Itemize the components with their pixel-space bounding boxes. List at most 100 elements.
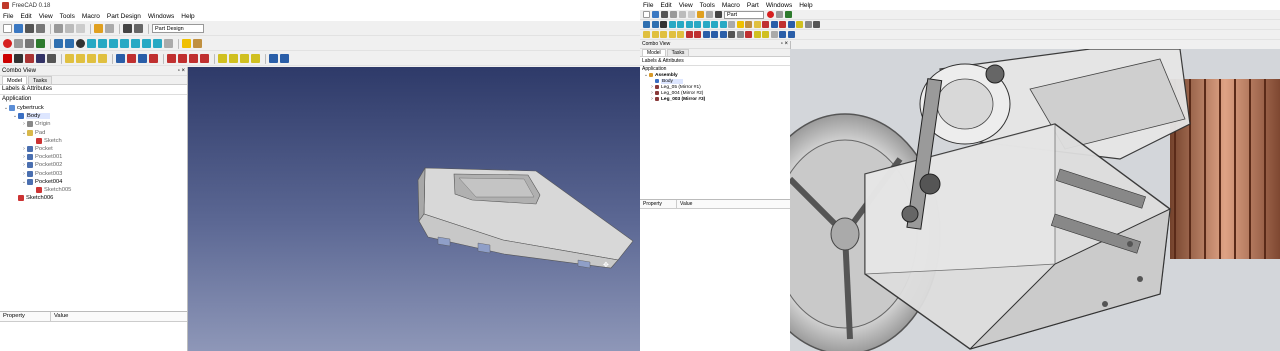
view-front-icon[interactable] xyxy=(677,21,684,28)
shape-binder-icon[interactable] xyxy=(47,54,56,63)
menu-help[interactable]: Help xyxy=(799,2,812,9)
part-icon[interactable] xyxy=(182,39,191,48)
open-document-icon[interactable] xyxy=(652,11,659,18)
refresh-icon[interactable] xyxy=(715,11,722,18)
menu-file[interactable]: File xyxy=(3,13,13,20)
tree-item[interactable]: › Pocket003 xyxy=(0,170,187,178)
boolean-icon[interactable] xyxy=(269,54,278,63)
menu-file[interactable]: File xyxy=(643,2,653,9)
tree-item[interactable]: › Pocket xyxy=(0,145,187,153)
sphere-icon[interactable] xyxy=(660,31,667,38)
cylinder-icon[interactable] xyxy=(651,31,659,38)
sweep-icon[interactable] xyxy=(753,31,761,38)
revolve-icon[interactable] xyxy=(694,31,701,38)
tab-tasks[interactable]: Tasks xyxy=(666,49,690,56)
fit-selection-icon[interactable] xyxy=(65,39,74,48)
print-icon[interactable] xyxy=(670,11,677,18)
menu-windows[interactable]: Windows xyxy=(148,13,174,20)
primitives-icon[interactable] xyxy=(804,21,812,28)
tree-item[interactable]: › Pocket001 xyxy=(0,153,187,161)
tree-item[interactable]: › Pocket002 xyxy=(0,161,187,169)
torus-icon[interactable] xyxy=(787,21,795,28)
tree-item[interactable]: ⌄ Pocket004 xyxy=(0,178,187,186)
part-icon[interactable] xyxy=(736,21,744,28)
linear-pattern-icon[interactable] xyxy=(178,54,187,63)
tube-icon[interactable] xyxy=(796,21,803,28)
tree-item[interactable]: Sketch006 xyxy=(0,194,187,202)
macro-run-icon[interactable] xyxy=(785,11,792,18)
pocket-icon[interactable] xyxy=(116,54,125,63)
new-document-icon[interactable] xyxy=(643,11,650,18)
new-sketch-icon[interactable] xyxy=(3,54,12,63)
chamfer-icon[interactable] xyxy=(719,31,727,38)
group-icon[interactable] xyxy=(745,21,752,28)
view-top-icon[interactable] xyxy=(109,39,118,48)
fit-all-icon[interactable] xyxy=(54,39,63,48)
line-icon[interactable] xyxy=(14,54,23,63)
box-icon[interactable] xyxy=(643,31,650,38)
group-icon[interactable] xyxy=(193,39,202,48)
pipe-icon[interactable] xyxy=(98,54,107,63)
tab-model[interactable]: Model xyxy=(642,49,666,56)
new-document-icon[interactable] xyxy=(3,24,12,33)
subtractive-loft-icon[interactable] xyxy=(149,54,158,63)
shape-builder-icon[interactable] xyxy=(813,21,820,28)
ruled-surface-icon[interactable] xyxy=(736,31,744,38)
view-top-icon[interactable] xyxy=(685,21,693,28)
torus-icon[interactable] xyxy=(677,31,684,38)
menu-view[interactable]: View xyxy=(679,2,693,9)
view-left-icon[interactable] xyxy=(719,21,727,28)
panel-float-close-icon[interactable]: ▫ × xyxy=(178,67,185,75)
view-front-icon[interactable] xyxy=(98,39,107,48)
tree-item[interactable]: ⌄ cybertruck xyxy=(0,104,187,112)
view-rear-icon[interactable] xyxy=(131,39,140,48)
refresh-icon[interactable] xyxy=(123,24,132,33)
fit-selection-icon[interactable] xyxy=(651,21,659,28)
migrate-icon[interactable] xyxy=(280,54,289,63)
macro-record-icon[interactable] xyxy=(767,11,774,18)
view-left-icon[interactable] xyxy=(153,39,162,48)
workbench-selector[interactable]: Part Design xyxy=(152,24,204,33)
menu-edit[interactable]: Edit xyxy=(660,2,671,9)
print-icon[interactable] xyxy=(36,24,45,33)
3d-viewport[interactable] xyxy=(790,49,1280,351)
offset-icon[interactable] xyxy=(779,31,786,38)
save-icon[interactable] xyxy=(25,24,34,33)
tab-model[interactable]: Model xyxy=(2,76,27,84)
panel-float-close-icon[interactable]: ▫ × xyxy=(781,41,788,48)
menu-view[interactable]: View xyxy=(39,13,53,20)
menu-macro[interactable]: Macro xyxy=(82,13,100,20)
menu-macro[interactable]: Macro xyxy=(722,2,740,9)
groove-icon[interactable] xyxy=(138,54,147,63)
polar-pattern-icon[interactable] xyxy=(189,54,198,63)
macro-run-icon[interactable] xyxy=(36,39,45,48)
view-rear-icon[interactable] xyxy=(702,21,710,28)
point-icon[interactable] xyxy=(25,54,34,63)
redo-icon[interactable] xyxy=(105,24,114,33)
macro-stop-icon[interactable] xyxy=(14,39,23,48)
menu-edit[interactable]: Edit xyxy=(20,13,31,20)
workbench-selector[interactable]: Part xyxy=(724,10,764,19)
measure-icon[interactable] xyxy=(164,39,173,48)
tree-item[interactable]: › Origin xyxy=(0,120,187,128)
cylinder-icon[interactable] xyxy=(762,21,769,28)
multitransform-icon[interactable] xyxy=(200,54,209,63)
macro-stop-icon[interactable] xyxy=(776,11,783,18)
fillet-icon[interactable] xyxy=(218,54,227,63)
mirror-icon[interactable] xyxy=(702,31,710,38)
menu-part[interactable]: Part xyxy=(747,2,759,9)
tree-item[interactable]: Sketch005 xyxy=(0,186,187,194)
mirrored-icon[interactable] xyxy=(167,54,176,63)
thickness-icon[interactable] xyxy=(251,54,260,63)
extrude-icon[interactable] xyxy=(685,31,693,38)
loft-icon[interactable] xyxy=(745,31,752,38)
cone-icon[interactable] xyxy=(779,21,786,28)
redo-icon[interactable] xyxy=(706,11,713,18)
menu-part-design[interactable]: Part Design xyxy=(107,13,141,20)
cut-icon[interactable] xyxy=(679,11,686,18)
tree-item[interactable]: Sketch xyxy=(0,137,187,145)
view-right-icon[interactable] xyxy=(120,39,129,48)
view-isometric-icon[interactable] xyxy=(87,39,96,48)
fit-all-icon[interactable] xyxy=(643,21,650,28)
datum-icon[interactable] xyxy=(36,54,45,63)
